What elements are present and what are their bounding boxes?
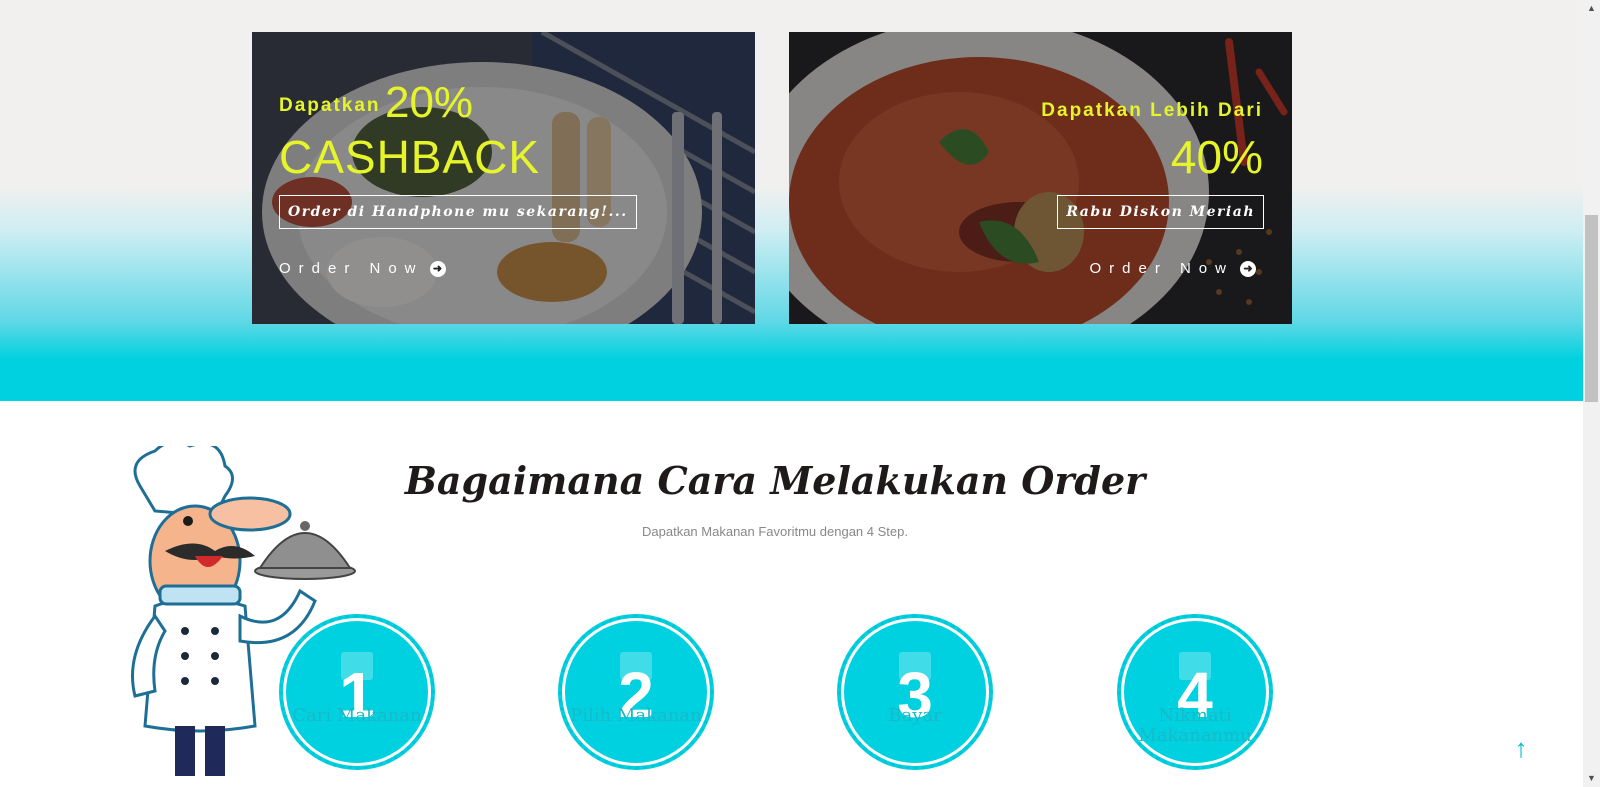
arrow-up-icon[interactable]: ↑ xyxy=(1510,735,1532,761)
promo-line-1: Dapatkan Lebih Dari xyxy=(1041,100,1263,121)
step-2: 2 Pilih Makanan xyxy=(558,614,714,770)
step-label: Pilih Makanan xyxy=(570,705,702,726)
order-now-label: Order Now xyxy=(279,260,424,277)
step-3: 3 Bayar xyxy=(837,614,993,770)
step-label: Cari Makanan xyxy=(292,705,422,726)
promo-section: Dapatkan 20% CASHBACK Order di Handphone… xyxy=(0,0,1583,401)
step-label: Nikmati Makananmu xyxy=(1138,705,1252,746)
how-to-order-subtitle: Dapatkan Makanan Favoritmu dengan 4 Step… xyxy=(642,524,908,539)
step-1: 1 Cari Makanan xyxy=(279,614,435,770)
promo-card-cashback[interactable]: Dapatkan 20% CASHBACK Order di Handphone… xyxy=(252,32,755,324)
promo-line-small: Dapatkan xyxy=(279,95,381,116)
promo-percent: 20% xyxy=(384,78,474,127)
promo-line-1: Dapatkan 20% xyxy=(279,78,473,128)
promo-cashback-text: CASHBACK xyxy=(279,131,541,183)
arrow-circle-right-icon: ➜ xyxy=(429,260,446,277)
step-label: Bayar xyxy=(888,705,942,726)
how-to-order-title: Bagaimana Cara Melakukan Order xyxy=(404,458,1146,503)
promo-tagline-box: Rabu Diskon Meriah xyxy=(1057,195,1264,229)
scrollbar[interactable]: ▲ ▼ xyxy=(1583,0,1600,787)
step-4: 4 Nikmati Makananmu xyxy=(1117,614,1273,770)
promo-percent: 40% xyxy=(1170,131,1263,183)
order-now-label: Order Now xyxy=(1089,260,1234,277)
scroll-thumb[interactable] xyxy=(1585,215,1598,402)
scroll-up-icon[interactable]: ▲ xyxy=(1583,0,1600,17)
order-now-link[interactable]: Order Now ➜ xyxy=(279,260,446,277)
arrow-circle-right-icon: ➜ xyxy=(1240,260,1256,277)
scroll-down-icon[interactable]: ▼ xyxy=(1583,770,1600,787)
order-now-link[interactable]: Order Now ➜ xyxy=(1089,260,1256,277)
promo-tagline-box: Order di Handphone mu sekarang!... xyxy=(279,195,637,229)
promo-card-discount[interactable]: Dapatkan Lebih Dari 40% Rabu Diskon Meri… xyxy=(789,32,1292,324)
